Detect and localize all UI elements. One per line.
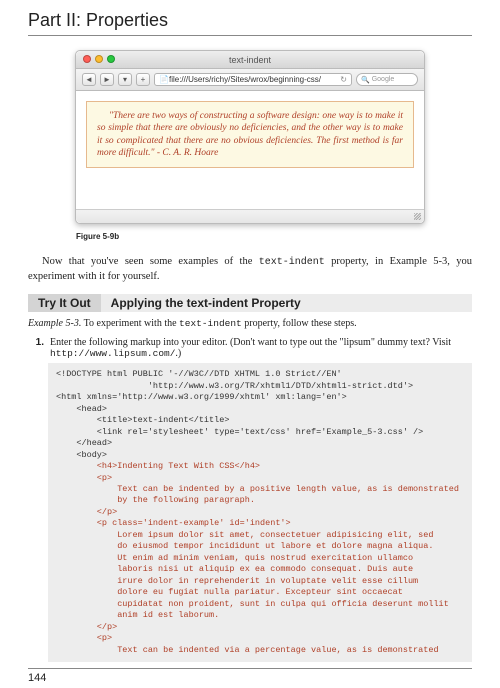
close-icon — [83, 55, 91, 63]
part-title: Part II: Properties — [28, 10, 472, 36]
intro-paragraph: Now that you've seen some examples of th… — [28, 255, 472, 284]
quote-paragraph: "There are two ways of constructing a so… — [86, 101, 414, 168]
add-icon: + — [136, 73, 150, 86]
bookmark-icon: ▾ — [118, 73, 132, 86]
code-listing: <!DOCTYPE html PUBLIC '-//W3C//DTD XHTML… — [48, 363, 472, 662]
zoom-icon — [107, 55, 115, 63]
back-button: ◄ — [82, 73, 96, 86]
minimize-icon — [95, 55, 103, 63]
forward-button: ► — [100, 73, 114, 86]
try-it-out-title: Applying the text-indent Property — [101, 294, 472, 312]
step-1: 1. Enter the following markup into your … — [28, 337, 472, 359]
lipsum-url: http://www.lipsum.com/ — [50, 348, 175, 359]
example-mid: To experiment with the — [81, 318, 179, 329]
reload-icon: ↻ — [340, 75, 347, 84]
code-inline: text-indent — [179, 318, 242, 329]
step-text-a: Enter the following markup into your edi… — [50, 337, 451, 348]
browser-viewport: "There are two ways of constructing a so… — [76, 91, 424, 209]
titlebar: text-indent — [76, 51, 424, 69]
code-inline: text-indent — [259, 257, 325, 268]
example-number: Example 5-3. — [28, 318, 81, 329]
example-post: property, follow these steps. — [242, 318, 357, 329]
search-placeholder: Google — [372, 76, 395, 83]
figure-label: Figure 5-9b — [76, 232, 472, 241]
step-text-b: .) — [175, 348, 181, 359]
window-title: text-indent — [76, 51, 424, 69]
safari-window: text-indent ◄ ► ▾ + 📄 file:///Users/rich… — [75, 50, 425, 224]
toolbar: ◄ ► ▾ + 📄 file:///Users/richy/Sites/wrox… — [76, 69, 424, 91]
step-text: Enter the following markup into your edi… — [50, 337, 472, 359]
try-it-out-heading: Try It Out Applying the text-indent Prop… — [28, 294, 472, 312]
example-intro: Example 5-3. To experiment with the text… — [28, 318, 472, 329]
step-number: 1. — [28, 337, 44, 359]
search-field: 🔍 Google — [356, 73, 418, 86]
statusbar — [76, 209, 424, 223]
page-icon: 📄 — [159, 75, 169, 84]
intro-text-a: Now that you've seen some examples of th… — [42, 256, 259, 267]
search-icon: 🔍 — [361, 76, 370, 84]
url-field: 📄 file:///Users/richy/Sites/wrox/beginni… — [154, 73, 352, 86]
try-it-out-label: Try It Out — [28, 294, 101, 312]
browser-screenshot: text-indent ◄ ► ▾ + 📄 file:///Users/rich… — [75, 50, 425, 224]
url-text: file:///Users/richy/Sites/wrox/beginning… — [169, 75, 321, 84]
traffic-lights — [83, 55, 115, 63]
page-number: 144 — [28, 668, 472, 684]
